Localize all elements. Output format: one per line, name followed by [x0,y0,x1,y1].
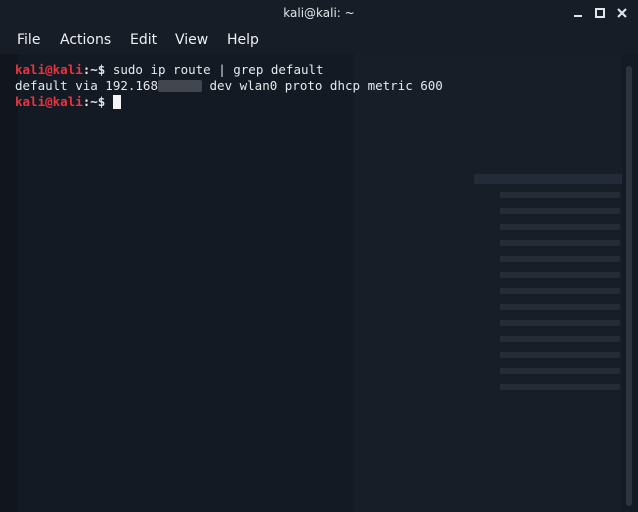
input-text [105,94,113,109]
terminal-output[interactable]: kali@kali:~$ sudo ip route | grep defaul… [0,54,622,512]
menu-edit[interactable]: Edit [130,32,157,48]
maximize-icon [595,8,605,18]
command-text: sudo ip route | grep default [105,62,324,77]
menu-view[interactable]: View [175,32,208,48]
minimize-icon [574,15,582,17]
terminal-window: kali@kali: ~ File Actions Edit View Help [0,0,638,512]
menu-help[interactable]: Help [227,32,259,48]
prompt-user: kali@kali [15,94,83,109]
menu-bar: File Actions Edit View Help [0,28,638,54]
minimize-button[interactable] [570,5,586,21]
scrollbar-thumb[interactable] [626,66,632,506]
redacted-block [158,80,202,92]
output-prefix: default via 192.168 [15,78,158,93]
window-title: kali@kali: ~ [283,6,355,20]
text-cursor [112,95,121,109]
background-ghost-left [0,54,18,512]
background-ghost-highlight [474,174,622,184]
menu-file[interactable]: File [17,32,40,48]
prompt-user: kali@kali [15,62,83,77]
menu-actions[interactable]: Actions [60,32,111,48]
background-ghost-list [500,192,620,392]
prompt-separator: :~$ [82,94,106,109]
close-button[interactable] [614,5,630,21]
maximize-button[interactable] [592,5,608,21]
terminal-line-prompt: kali@kali:~$ [15,94,121,110]
output-suffix: dev wlan0 proto dhcp metric 600 [202,78,443,93]
title-bar[interactable]: kali@kali: ~ [0,0,638,28]
terminal-line-command: kali@kali:~$ sudo ip route | grep defaul… [15,62,324,78]
vertical-scrollbar[interactable] [622,54,638,512]
terminal-line-output: default via 192.168 dev wlan0 proto dhcp… [15,78,443,94]
prompt-separator: :~$ [82,62,106,77]
close-icon [617,8,627,18]
